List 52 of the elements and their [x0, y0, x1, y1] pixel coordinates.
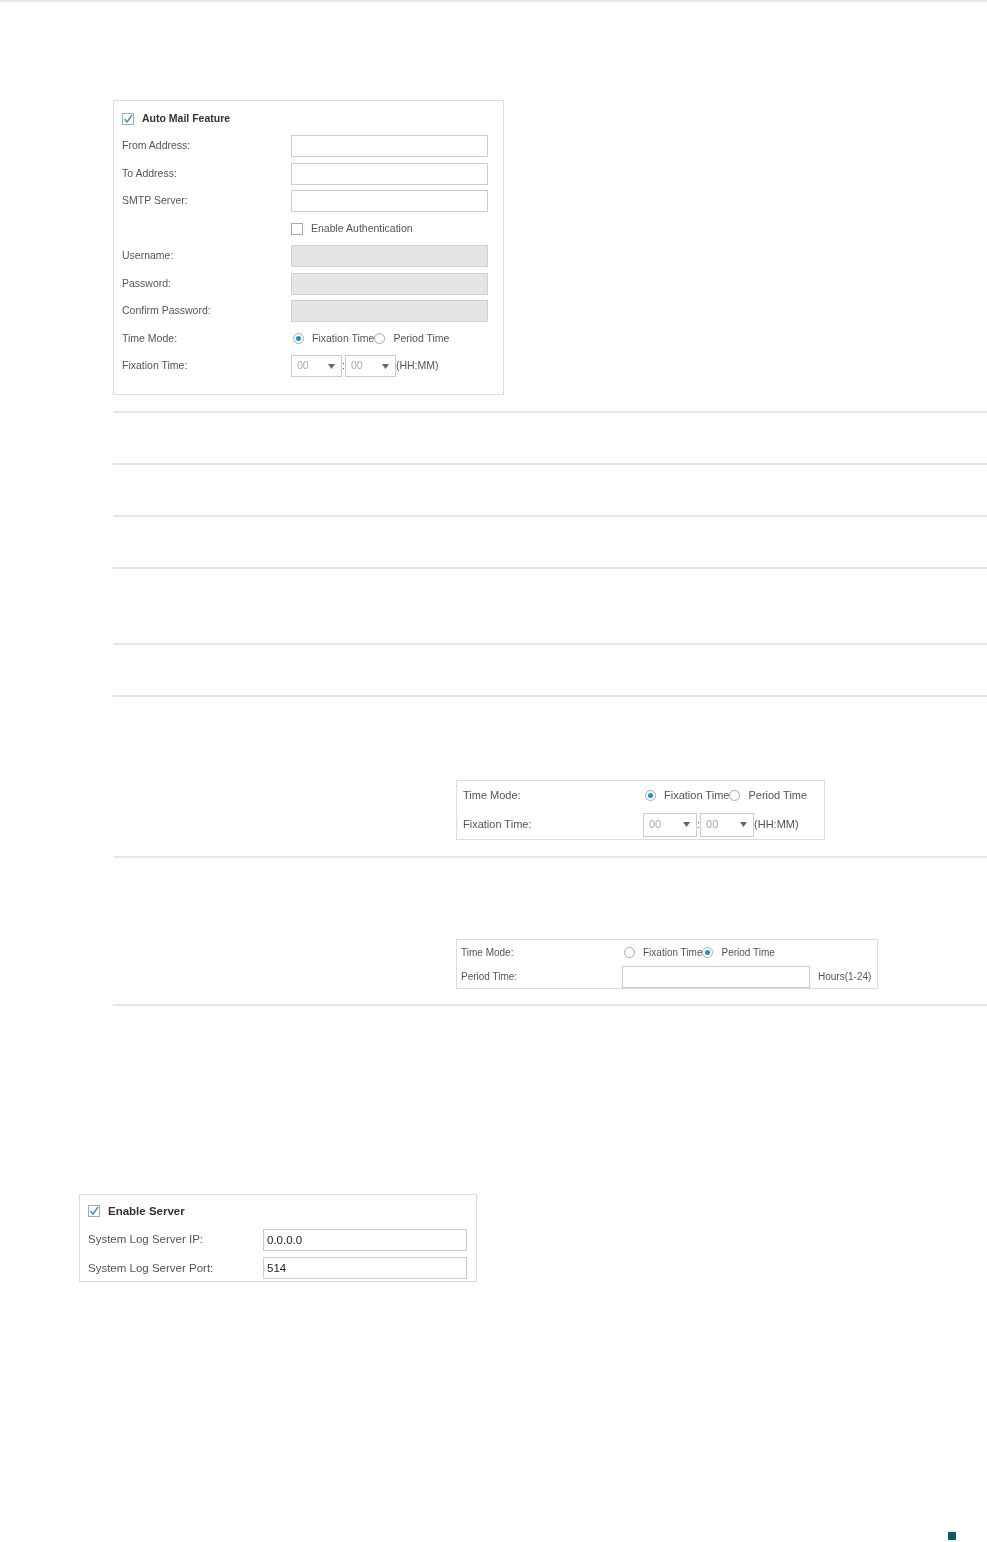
caret-icon — [381, 363, 389, 369]
radio-button[interactable] — [374, 333, 386, 345]
field-label: From Address: — [122, 138, 192, 154]
field-label: Time Mode: — [461, 945, 515, 960]
input-field[interactable] — [291, 135, 488, 158]
unit-label: Hours(1-24) — [818, 970, 872, 985]
time-select[interactable]: 00 — [700, 812, 755, 837]
radio-button[interactable] — [293, 333, 304, 345]
input-field[interactable] — [622, 965, 810, 988]
feature-label: Auto Mail Feature — [142, 110, 231, 126]
format-hint: (HH:MM) — [395, 358, 439, 374]
page-marker-icon — [948, 1532, 956, 1540]
checkbox[interactable] — [88, 1205, 100, 1218]
field-label: To Address: — [122, 165, 178, 181]
field-label: Confirm Password: — [122, 303, 212, 319]
checkbox-label: Enable Authentication — [311, 220, 413, 236]
radio-button[interactable] — [729, 790, 741, 801]
checkbox[interactable] — [291, 222, 303, 235]
field-label: Username: — [122, 248, 175, 264]
field-label: System Log Server Port: — [88, 1260, 215, 1276]
caret-icon — [328, 363, 335, 369]
caret-icon — [683, 822, 690, 827]
field-label: Time Mode: — [463, 788, 522, 804]
input-field[interactable]: 0.0.0.0 — [263, 1228, 467, 1251]
radio-button[interactable] — [645, 790, 656, 801]
radio-label: Fixation Time — [664, 788, 730, 804]
input-field[interactable] — [291, 162, 488, 185]
input-field[interactable]: 514 — [263, 1257, 467, 1280]
feature-label: Enable Server — [108, 1203, 185, 1219]
time-separator: : — [342, 358, 345, 374]
radio-label: Period Time — [393, 330, 450, 346]
radio-label: Fixation Time — [312, 330, 375, 346]
radio-label: Period Time — [721, 945, 775, 960]
checkbox[interactable] — [122, 112, 134, 125]
caret-icon — [740, 822, 748, 827]
field-label: Password: — [122, 275, 173, 291]
radio-button[interactable] — [624, 946, 635, 958]
field-label: SMTP Server: — [122, 193, 189, 209]
field-label: Fixation Time: — [463, 817, 533, 833]
radio-button[interactable] — [702, 946, 714, 958]
time-select[interactable]: 00 — [344, 355, 396, 378]
field-label: Period Time: — [461, 970, 519, 985]
time-separator: : — [697, 817, 701, 833]
field-label: Time Mode: — [122, 330, 179, 346]
field-label: System Log Server IP: — [88, 1232, 205, 1248]
radio-label: Period Time — [748, 788, 808, 804]
time-select[interactable]: 00 — [291, 355, 342, 378]
input-field[interactable] — [291, 190, 488, 213]
time-select[interactable]: 00 — [643, 812, 697, 837]
field-label: Fixation Time: — [122, 358, 189, 374]
format-hint: (HH:MM) — [754, 817, 799, 833]
radio-label: Fixation Time — [643, 945, 703, 960]
